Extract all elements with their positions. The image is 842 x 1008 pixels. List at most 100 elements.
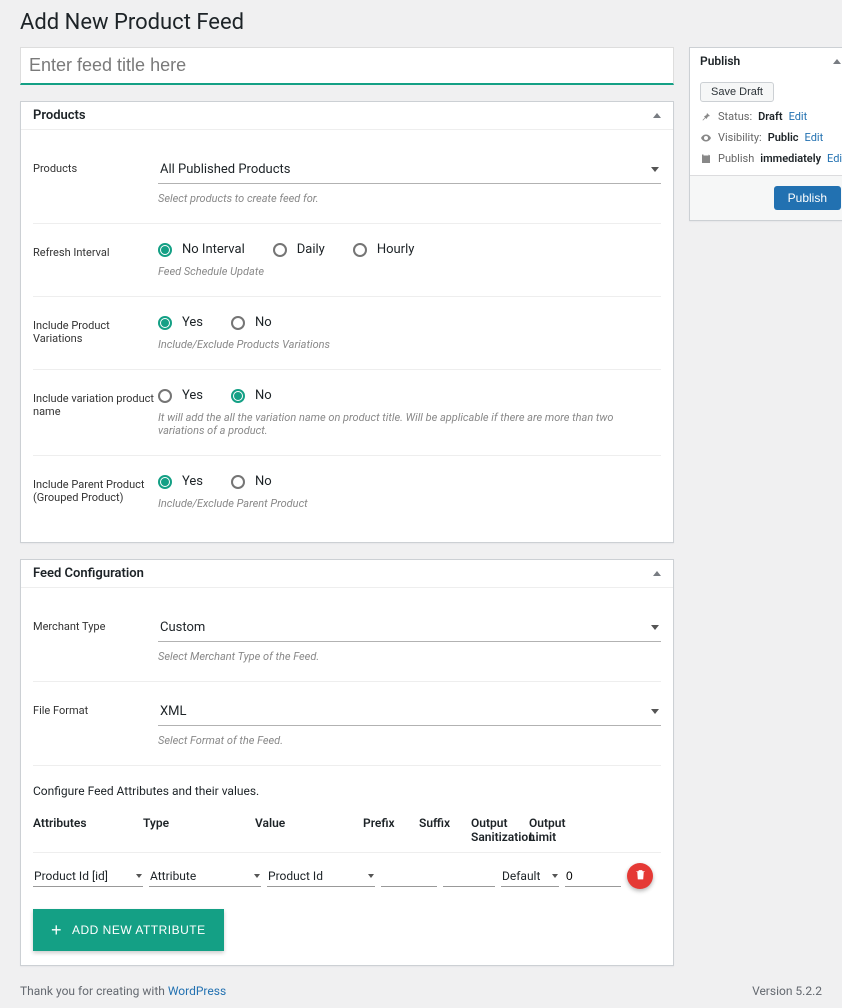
chevron-down-icon <box>254 874 260 878</box>
radio-icon <box>231 389 245 403</box>
row-attribute-select[interactable]: Product Id [id] <box>33 866 143 887</box>
feed-config-header[interactable]: Feed Configuration <box>21 560 673 588</box>
variation-name-label: Include variation product name <box>33 388 158 437</box>
products-metabox-title: Products <box>33 108 86 123</box>
feed-config-title: Feed Configuration <box>33 566 144 581</box>
parent-label: Include Parent Product (Grouped Product) <box>33 474 158 510</box>
variations-yes-radio[interactable]: Yes <box>158 315 203 330</box>
eye-icon <box>700 132 712 144</box>
publish-button[interactable]: Publish <box>774 186 841 210</box>
radio-label: Daily <box>297 242 325 257</box>
page-title: Add New Product Feed <box>20 10 822 35</box>
radio-icon <box>158 475 172 489</box>
format-select-value: XML <box>160 704 187 719</box>
variation-name-helper: It will add the all the variation name o… <box>158 411 661 437</box>
footer-wordpress-link[interactable]: WordPress <box>168 984 226 998</box>
col-type: Type <box>143 816 255 844</box>
format-select[interactable]: XML <box>158 700 661 726</box>
add-attribute-label: Add New Attribute <box>72 923 206 937</box>
chevron-down-icon <box>552 874 558 878</box>
radio-label: Yes <box>182 474 203 489</box>
radio-label: No <box>255 388 272 403</box>
row-limit-input[interactable] <box>565 866 621 887</box>
radio-icon <box>231 475 245 489</box>
plus-icon: + <box>51 921 62 939</box>
products-metabox-header[interactable]: Products <box>21 102 673 130</box>
merchant-label: Merchant Type <box>33 616 158 663</box>
status-row: Status: Draft Edit <box>700 110 841 123</box>
schedule-edit-link[interactable]: Edit <box>827 152 842 165</box>
collapse-icon <box>653 113 661 118</box>
col-suffix: Suffix <box>419 816 471 844</box>
row-suffix-input[interactable] <box>443 866 495 887</box>
attributes-table-header: Attributes Type Value Prefix Suffix Outp… <box>33 808 661 853</box>
col-value: Value <box>255 816 363 844</box>
attribute-row: Product Id [id] Attribute <box>33 853 661 899</box>
row-value-select[interactable]: Product Id <box>267 866 375 887</box>
parent-yes-radio[interactable]: Yes <box>158 474 203 489</box>
schedule-value: immediately <box>760 152 821 165</box>
row-type-value: Attribute <box>150 869 196 883</box>
row-prefix-input[interactable] <box>381 866 437 887</box>
publish-title: Publish <box>700 54 740 68</box>
chevron-down-icon <box>651 625 659 630</box>
format-label: File Format <box>33 700 158 747</box>
row-value-value: Product Id <box>268 869 323 883</box>
format-helper: Select Format of the Feed. <box>158 734 661 747</box>
publish-header[interactable]: Publish <box>690 48 842 74</box>
radio-icon <box>158 243 172 257</box>
refresh-hourly-radio[interactable]: Hourly <box>353 242 415 257</box>
visibility-value: Public <box>768 131 799 144</box>
delete-row-button[interactable] <box>627 863 653 889</box>
visibility-edit-link[interactable]: Edit <box>805 131 824 144</box>
parent-helper: Include/Exclude Parent Product <box>158 497 661 510</box>
refresh-daily-radio[interactable]: Daily <box>273 242 325 257</box>
radio-icon <box>353 243 367 257</box>
radio-label: Yes <box>182 388 203 403</box>
col-limit: Output Limit <box>529 816 585 844</box>
refresh-helper: Feed Schedule Update <box>158 265 661 278</box>
products-label: Products <box>33 158 158 205</box>
refresh-label: Refresh Interval <box>33 242 158 278</box>
status-edit-link[interactable]: Edit <box>789 110 808 123</box>
chevron-down-icon <box>136 874 142 878</box>
products-select-value: All Published Products <box>160 162 291 177</box>
radio-label: No <box>255 315 272 330</box>
variation-name-no-radio[interactable]: No <box>231 388 272 403</box>
chevron-down-icon <box>368 874 374 878</box>
variations-label: Include Product Variations <box>33 315 158 351</box>
calendar-icon <box>700 153 712 165</box>
radio-label: Yes <box>182 315 203 330</box>
parent-no-radio[interactable]: No <box>231 474 272 489</box>
publish-metabox: Publish Save Draft Status: Draft Edit <box>689 47 842 221</box>
radio-icon <box>273 243 287 257</box>
row-attribute-value: Product Id [id] <box>34 869 108 883</box>
variation-name-yes-radio[interactable]: Yes <box>158 388 203 403</box>
variations-no-radio[interactable]: No <box>231 315 272 330</box>
feed-config-metabox: Feed Configuration Merchant Type Custom … <box>20 559 674 966</box>
merchant-select-value: Custom <box>160 620 205 635</box>
save-draft-button[interactable]: Save Draft <box>700 82 774 102</box>
feed-title-input[interactable] <box>20 47 674 85</box>
row-sanitization-value: Default <box>502 869 540 883</box>
status-label: Status: <box>718 110 752 123</box>
row-type-select[interactable]: Attribute <box>149 866 261 887</box>
radio-label: No <box>255 474 272 489</box>
col-sanitization: Output Sanitization <box>471 816 529 844</box>
refresh-no-interval-radio[interactable]: No Interval <box>158 242 245 257</box>
products-select[interactable]: All Published Products <box>158 158 661 184</box>
merchant-helper: Select Merchant Type of the Feed. <box>158 650 661 663</box>
col-prefix: Prefix <box>363 816 419 844</box>
radio-icon <box>231 316 245 330</box>
collapse-icon <box>653 571 661 576</box>
visibility-row: Visibility: Public Edit <box>700 131 841 144</box>
add-attribute-button[interactable]: + Add New Attribute <box>33 909 224 951</box>
trash-icon <box>634 868 647 885</box>
collapse-icon <box>833 59 841 64</box>
radio-label: No Interval <box>182 242 245 257</box>
variations-helper: Include/Exclude Products Variations <box>158 338 661 351</box>
merchant-select[interactable]: Custom <box>158 616 661 642</box>
footer-thankyou: Thank you for creating with <box>20 984 168 998</box>
products-metabox: Products Products All Published Products… <box>20 101 674 543</box>
row-sanitization-select[interactable]: Default <box>501 866 559 887</box>
